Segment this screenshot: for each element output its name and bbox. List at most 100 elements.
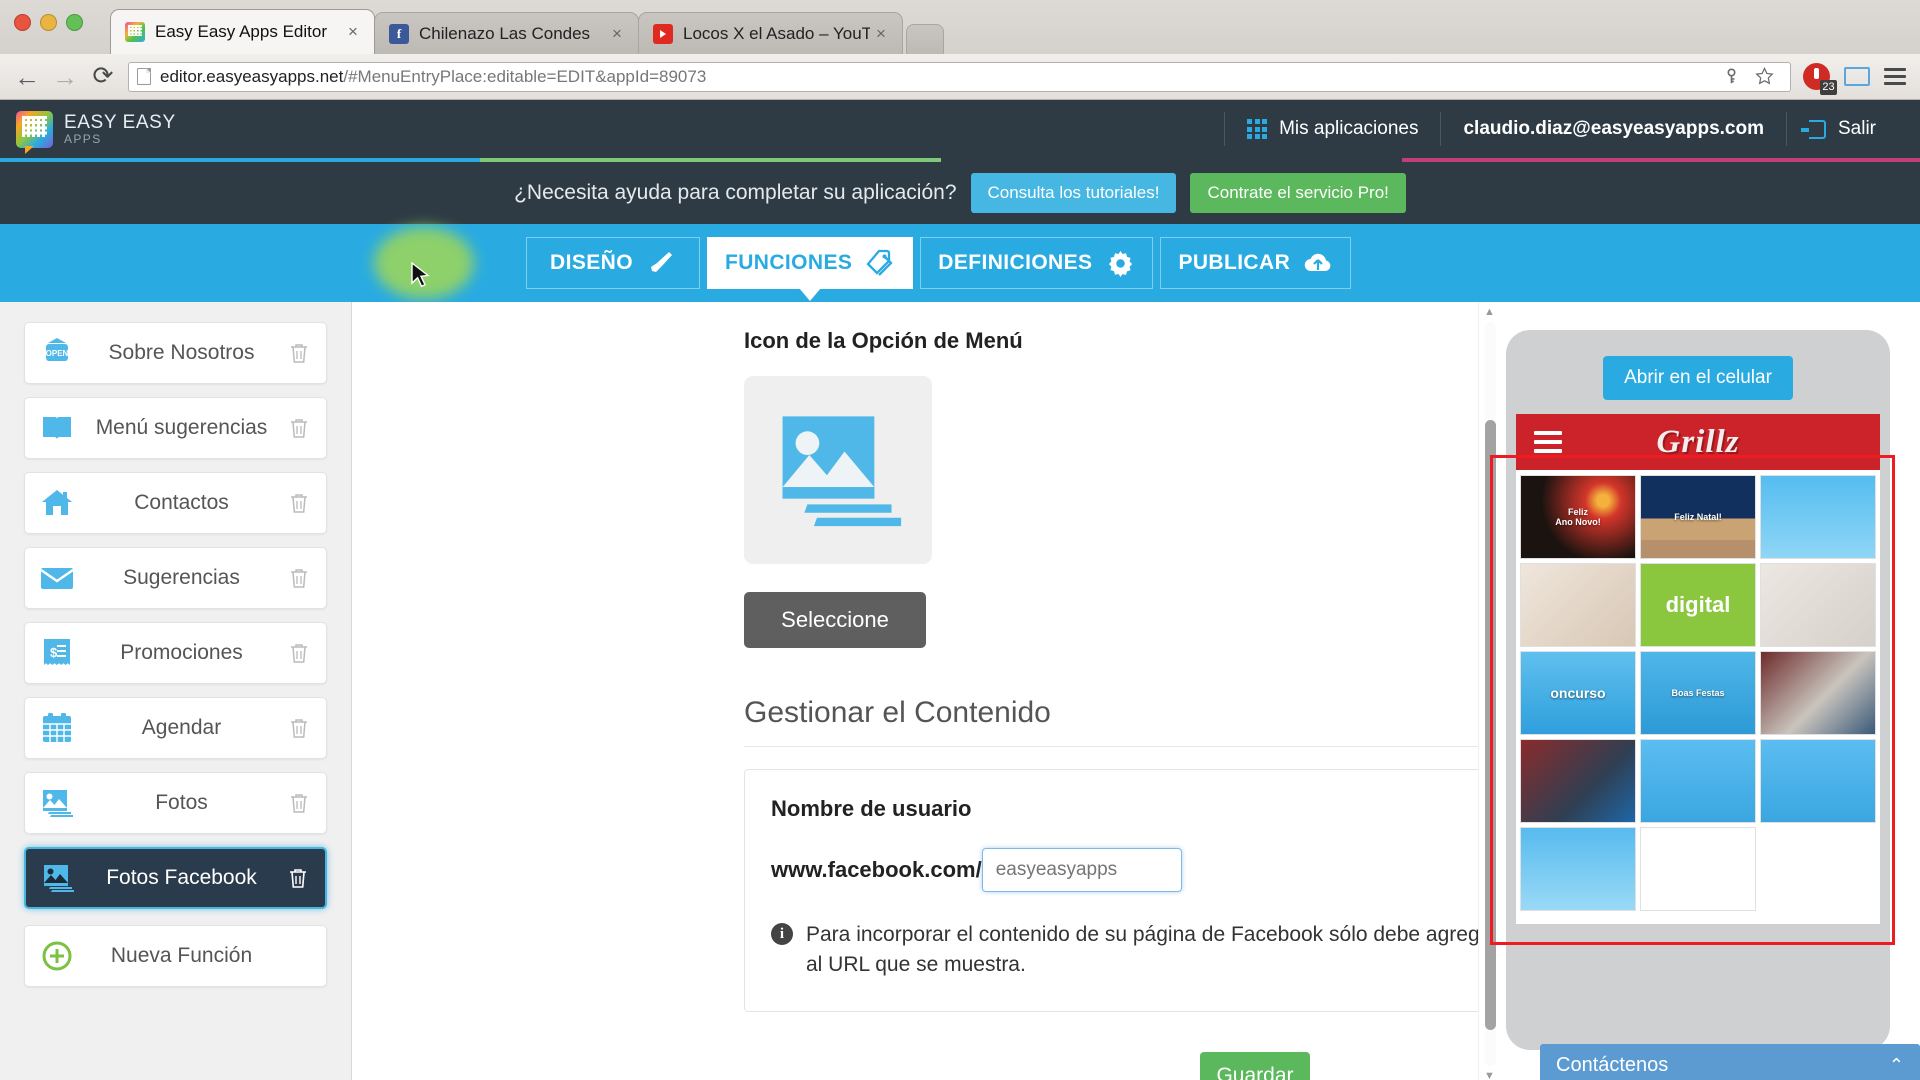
- delete-contactos-icon[interactable]: [286, 492, 312, 514]
- photo-cell[interactable]: [1520, 563, 1636, 647]
- photo-cell[interactable]: Feliz Ano Novo!: [1520, 475, 1636, 559]
- photo-cell[interactable]: [1760, 739, 1876, 823]
- back-button[interactable]: ←: [14, 64, 40, 90]
- browser-menu-icon[interactable]: [1884, 68, 1906, 85]
- main-scrollbar[interactable]: ▲ ▼: [1478, 302, 1500, 1080]
- my-apps-link[interactable]: Mis aplicaciones: [1224, 112, 1440, 146]
- info-note-text: Para incorporar el contenido de su págin…: [806, 923, 1500, 977]
- phone-preview-panel: Abrir en el celular Grillz Feliz Ano Nov…: [1500, 302, 1920, 1080]
- close-tab-1-icon[interactable]: ×: [342, 22, 364, 42]
- browser-omnibar: ← → ⟳ editor.easyeasyapps.net/#MenuEntry…: [0, 54, 1920, 100]
- scroll-up-arrow[interactable]: ▲: [1479, 302, 1500, 322]
- minimize-window-button[interactable]: [40, 14, 57, 31]
- photo-cell[interactable]: [1760, 563, 1876, 647]
- delete-fotos-facebook-icon[interactable]: [285, 867, 311, 889]
- key-icon[interactable]: [1719, 65, 1743, 89]
- tab-funciones-label: FUNCIONES: [725, 251, 853, 274]
- photos-icon: [38, 858, 78, 898]
- sidebar-item-agendar[interactable]: Agendar: [24, 697, 327, 759]
- sidebar-item-contactos-label: Contactos: [134, 491, 229, 514]
- photo-cell[interactable]: [1760, 651, 1876, 735]
- close-tab-3-icon[interactable]: ×: [870, 24, 892, 44]
- close-window-button[interactable]: [14, 14, 31, 31]
- screenshot-icon[interactable]: [1844, 67, 1870, 86]
- help-bar: ¿Necesita ayuda para completar su aplica…: [0, 162, 1920, 224]
- hamburger-icon[interactable]: [1534, 431, 1562, 453]
- delete-sobre-nosotros-icon[interactable]: [286, 342, 312, 364]
- open-on-mobile-button[interactable]: Abrir en el celular: [1603, 356, 1793, 400]
- photo-caption: oncurso: [1550, 684, 1606, 701]
- envelope-icon: [37, 558, 77, 598]
- logout-link[interactable]: Salir: [1785, 112, 1898, 146]
- sidebar-item-sugerencias[interactable]: Sugerencias: [24, 547, 327, 609]
- photo-cell[interactable]: Feliz Natal!: [1640, 475, 1756, 559]
- save-button[interactable]: Guardar: [1200, 1051, 1310, 1080]
- browser-tab-2[interactable]: f Chilenazo Las Condes ×: [374, 12, 639, 54]
- tab-publicar[interactable]: PUBLICAR: [1160, 237, 1352, 289]
- photo-cell[interactable]: Boas Festas: [1640, 651, 1756, 735]
- sidebar-item-fotos-facebook[interactable]: Fotos Facebook: [24, 847, 327, 909]
- sidebar-item-contactos[interactable]: Contactos: [24, 472, 327, 534]
- adblock-icon[interactable]: 23: [1803, 63, 1837, 95]
- tab-definiciones[interactable]: DEFINICIONES: [920, 237, 1154, 289]
- chevron-up-icon[interactable]: ⌃: [1889, 1055, 1904, 1076]
- browser-toolbar-icons: 23: [1803, 63, 1906, 95]
- manage-content-heading: Gestionar el Contenido: [744, 696, 1051, 729]
- photo-cell[interactable]: [1520, 827, 1636, 911]
- menu-icon-preview[interactable]: [744, 376, 932, 564]
- icon-section-title: Icon de la Opción de Menú: [744, 328, 1023, 353]
- window-traffic-lights[interactable]: [14, 14, 83, 31]
- photo-cell[interactable]: digital: [1640, 563, 1756, 647]
- tab-publicar-label: PUBLICAR: [1178, 251, 1291, 274]
- facebook-username-input[interactable]: [981, 848, 1182, 892]
- new-tab-button[interactable]: [906, 24, 944, 54]
- scroll-down-arrow[interactable]: ▼: [1479, 1066, 1500, 1080]
- close-tab-2-icon[interactable]: ×: [606, 24, 628, 44]
- delete-menu-sugerencias-icon[interactable]: [286, 417, 312, 439]
- photo-caption: Feliz Natal!: [1674, 511, 1722, 522]
- forward-button[interactable]: →: [52, 64, 78, 90]
- account-email[interactable]: claudio.diaz@easyeasyapps.com: [1440, 112, 1786, 146]
- select-icon-button[interactable]: Seleccione: [744, 592, 926, 648]
- new-function-button[interactable]: Nueva Función: [24, 925, 327, 987]
- address-bar[interactable]: editor.easyeasyapps.net/#MenuEntryPlace:…: [128, 61, 1791, 92]
- svg-text:OPEN: OPEN: [46, 349, 69, 358]
- facebook-url-row: www.facebook.com/: [771, 848, 1500, 892]
- apps-grid-icon: [1247, 119, 1268, 139]
- scrollbar-thumb[interactable]: [1485, 420, 1496, 1030]
- pro-service-button[interactable]: Contrate el servicio Pro!: [1190, 173, 1406, 213]
- app-logo[interactable]: EASY EASY APPS: [16, 110, 176, 154]
- sidebar-item-menu-sugerencias[interactable]: Menú sugerencias: [24, 397, 327, 459]
- tab-diseno[interactable]: DISEÑO: [526, 237, 700, 289]
- photo-cell[interactable]: [1520, 739, 1636, 823]
- sidebar-item-promociones[interactable]: $ Promociones: [24, 622, 327, 684]
- username-field-label: Nombre de usuario: [771, 796, 972, 821]
- receipt-icon: $: [37, 633, 77, 673]
- photo-cell[interactable]: [1640, 739, 1756, 823]
- logout-label: Salir: [1837, 118, 1876, 139]
- tutorials-button[interactable]: Consulta los tutoriales!: [970, 173, 1177, 213]
- delete-fotos-icon[interactable]: [286, 792, 312, 814]
- photo-cell[interactable]: [1760, 475, 1876, 559]
- sidebar-item-menu-sugerencias-label: Menú sugerencias: [95, 416, 268, 439]
- reload-button[interactable]: ⟳: [90, 64, 116, 89]
- tab-funciones[interactable]: FUNCIONES: [707, 237, 914, 301]
- photo-cell[interactable]: [1640, 827, 1756, 911]
- address-bar-url: editor.easyeasyapps.net/#MenuEntryPlace:…: [160, 66, 707, 86]
- photo-cell[interactable]: oncurso: [1520, 651, 1636, 735]
- facebook-url-prefix: www.facebook.com/: [771, 857, 982, 882]
- delete-agendar-icon[interactable]: [286, 717, 312, 739]
- browser-tab-3[interactable]: Locos X el Asado – YouTub ×: [638, 12, 903, 54]
- photo-caption: Feliz Ano Novo!: [1555, 506, 1601, 527]
- delete-promociones-icon[interactable]: [286, 642, 312, 664]
- browser-tab-1[interactable]: Easy Easy Apps Editor ×: [110, 9, 375, 54]
- delete-sugerencias-icon[interactable]: [286, 567, 312, 589]
- maximize-window-button[interactable]: [66, 14, 83, 31]
- sidebar-item-sobre-nosotros[interactable]: OPEN Sobre Nosotros: [24, 322, 327, 384]
- logout-icon: [1800, 119, 1826, 139]
- sidebar-item-fotos[interactable]: Fotos: [24, 772, 327, 834]
- bookmark-star-icon[interactable]: [1752, 65, 1776, 89]
- contact-us-bar[interactable]: Contáctenos ⌃: [1540, 1044, 1920, 1080]
- gear-icon: [1105, 248, 1135, 278]
- logo-line-1: EASY EASY: [64, 111, 176, 133]
